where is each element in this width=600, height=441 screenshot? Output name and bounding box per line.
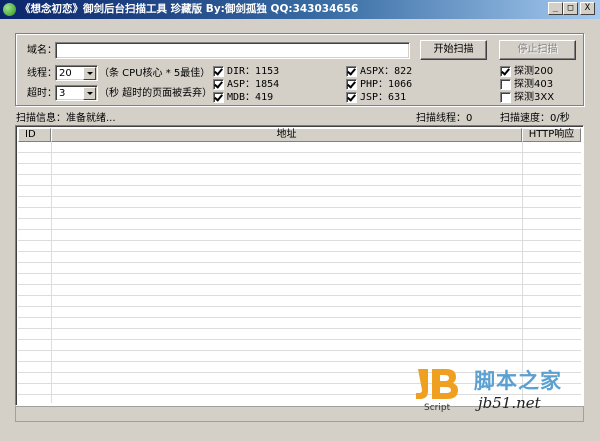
dict-mdb-label: MDB：419	[227, 92, 274, 103]
minimize-button[interactable]: _	[548, 2, 563, 15]
dict-asp-checkbox[interactable]	[213, 79, 224, 90]
column-divider	[522, 142, 523, 403]
watermark-site-name: 脚本之家	[474, 369, 562, 393]
start-scan-button[interactable]: 开始扫描	[420, 40, 487, 60]
logo-sub-text: Script	[424, 403, 451, 413]
column-header-id[interactable]: ID	[18, 128, 51, 142]
probe-200-checkbox[interactable]	[500, 66, 511, 77]
close-button[interactable]: X	[580, 2, 595, 15]
dict-jsp-label: JSP：631	[360, 92, 407, 103]
threads-label: 线程：	[27, 68, 57, 79]
table-rows	[18, 142, 581, 403]
dict-mdb-checkbox[interactable]	[213, 92, 224, 103]
dict-asp-label: ASP：1854	[227, 79, 280, 90]
domain-label: 域名：	[27, 45, 57, 56]
column-header-address[interactable]: 地址	[51, 128, 522, 142]
threads-hint: （条 CPU核心 * 5最佳）	[99, 68, 211, 79]
dict-aspx-checkbox[interactable]	[346, 66, 357, 77]
scan-speed-text: 扫描速度：0/秒	[500, 113, 570, 124]
timeout-label: 超时：	[27, 88, 57, 99]
domain-input[interactable]	[55, 42, 410, 59]
title-bar[interactable]: 《想念初恋》御剑后台扫描工具 珍藏版 By:御剑孤独 QQ:343034656 …	[0, 0, 600, 19]
results-table[interactable]: ID 地址 HTTP响应	[15, 125, 584, 406]
column-divider	[51, 142, 52, 403]
scan-info-text: 扫描信息：准备就绪...	[16, 113, 116, 124]
stop-scan-button[interactable]: 停止扫描	[499, 40, 576, 60]
probe-403-label: 探测403	[514, 79, 554, 90]
dict-aspx-label: ASPX：822	[360, 66, 413, 77]
window-title: 《想念初恋》御剑后台扫描工具 珍藏版 By:御剑孤独 QQ:343034656	[20, 3, 359, 15]
scan-threads-text: 扫描线程：0	[416, 113, 473, 124]
threads-value: 20	[59, 68, 72, 79]
maximize-button[interactable]: □	[563, 2, 578, 15]
timeout-hint: （秒 超时的页面被丢弃）	[99, 88, 213, 99]
dict-dir-label: DIR：1153	[227, 66, 280, 77]
dict-php-checkbox[interactable]	[346, 79, 357, 90]
dict-jsp-checkbox[interactable]	[346, 92, 357, 103]
app-icon	[3, 3, 16, 16]
column-header-http-response[interactable]: HTTP响应	[522, 128, 581, 142]
jb51-logo: Script	[414, 367, 462, 413]
timeout-select[interactable]: 3	[55, 85, 98, 101]
threads-select[interactable]: 20	[55, 65, 98, 81]
probe-3xx-label: 探测3XX	[514, 92, 555, 103]
dict-dir-checkbox[interactable]	[213, 66, 224, 77]
probe-403-checkbox[interactable]	[500, 79, 511, 90]
watermark-domain: jb51.net	[478, 394, 541, 412]
chevron-down-icon[interactable]	[83, 87, 96, 100]
chevron-down-icon[interactable]	[83, 67, 96, 80]
probe-200-label: 探测200	[514, 66, 554, 77]
probe-3xx-checkbox[interactable]	[500, 92, 511, 103]
dict-php-label: PHP：1066	[360, 79, 413, 90]
timeout-value: 3	[59, 88, 66, 99]
